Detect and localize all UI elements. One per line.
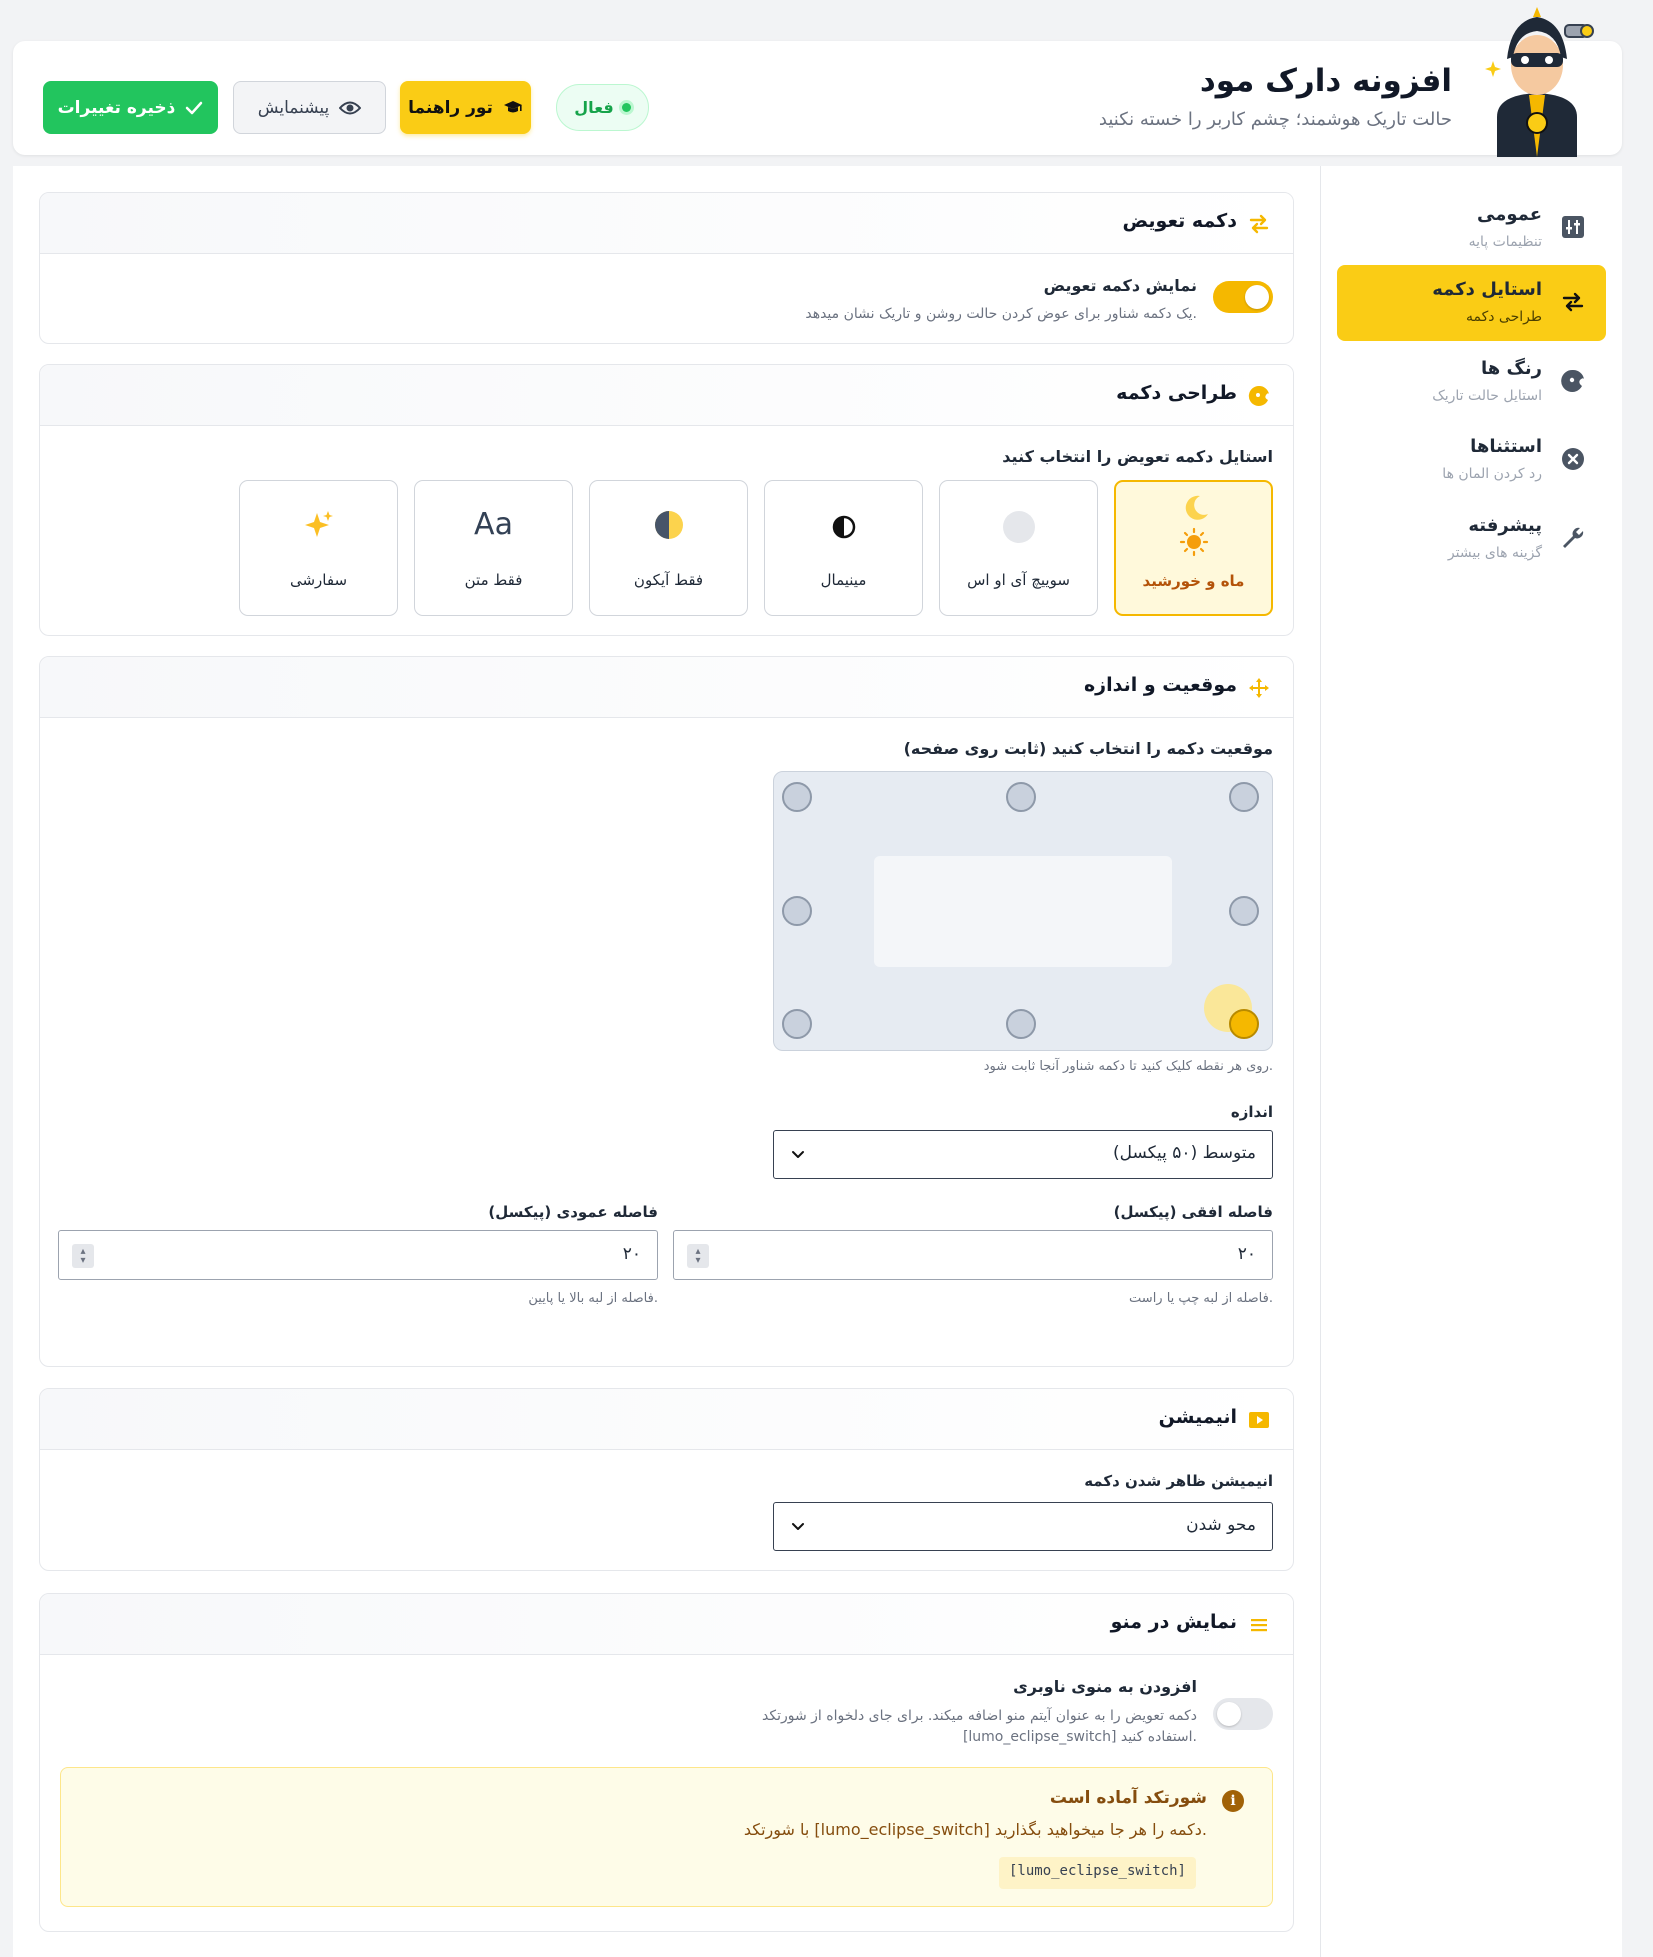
menu-icon: [1251, 1619, 1267, 1632]
palette-icon: [1248, 385, 1269, 406]
card-header: دکمه تعویض: [40, 193, 1293, 254]
position-bottom-center[interactable]: [1006, 1009, 1036, 1039]
horizontal-offset-input[interactable]: ۲۰ ▴ ▾: [673, 1230, 1273, 1280]
position-middle-left[interactable]: [782, 896, 812, 926]
chevron-down-icon: [792, 1151, 804, 1158]
position-top-right[interactable]: [1229, 782, 1259, 812]
number-spinner-icon[interactable]: ▴ ▾: [687, 1244, 709, 1268]
page-preview-area: [874, 856, 1172, 967]
sidebar-item-advanced[interactable]: پیشرفته گزینه های بیشتر: [1337, 501, 1606, 577]
swap-icon: [1562, 292, 1584, 312]
number-spinner-icon[interactable]: ▴ ▾: [72, 1244, 94, 1268]
check-icon: [186, 101, 203, 114]
sparkles-icon: [304, 511, 333, 537]
x-circle-icon: [1562, 448, 1584, 470]
card-header: موقعیت و اندازه: [40, 657, 1293, 718]
wrench-icon: [1563, 527, 1584, 548]
card-header: انیمیشن: [40, 1389, 1293, 1450]
style-option-custom[interactable]: سفارشی: [239, 480, 398, 616]
style-option-moon-sun[interactable]: ماه و خورشید: [1114, 480, 1273, 616]
tour-button[interactable]: تور راهنما: [400, 81, 531, 134]
shortcode-alert: i شورتکد آماده است با شورتکد [lumo_eclip…: [60, 1767, 1273, 1907]
sidebar-item-button-style[interactable]: استایل دکمه طراحی دکمه: [1337, 265, 1606, 341]
moon-sun-icon: [1179, 495, 1208, 557]
vertical-offset-input[interactable]: ۲۰ ▴ ▾: [58, 1230, 658, 1280]
page-title: افزونه دارک مود: [1199, 63, 1452, 99]
mascot-logo: [1485, 7, 1594, 157]
position-picker: [773, 771, 1273, 1051]
button-design-card: طراحی دکمه استایل دکمه تعویض را انتخاب ک…: [39, 364, 1294, 636]
main-content: دکمه تعویض نمایش دکمه تعویض یک دکمه شناو…: [13, 166, 1320, 1957]
text-glyph: Aa: [474, 507, 513, 542]
save-button[interactable]: ذخیره تغییرات: [43, 81, 218, 134]
play-icon: [1249, 1412, 1269, 1428]
style-option-text-only[interactable]: Aa فقط متن: [414, 480, 573, 616]
style-option-ios-switch[interactable]: سوییچ آی او اس: [939, 480, 1098, 616]
sidebar-item-exceptions[interactable]: استثناها رد کردن المان ها: [1337, 422, 1606, 498]
position-size-card: موقعیت و اندازه موقعیت دکمه را انتخاب کن…: [39, 656, 1294, 1367]
menu-toggle-switch[interactable]: [1213, 1698, 1273, 1730]
animation-card: انیمیشن انیمیشن ظاهر شدن دکمه محو شدن: [39, 1388, 1294, 1571]
style-option-icon-only[interactable]: فقط آیکون: [589, 480, 748, 616]
palette-icon: [1561, 369, 1584, 392]
graduation-cap-icon: [503, 100, 522, 112]
swap-icon: [1249, 214, 1269, 234]
style-option-minimal[interactable]: مینیمال: [764, 480, 923, 616]
chevron-down-icon: [792, 1523, 804, 1530]
status-dot-icon: [621, 103, 631, 112]
page-subtitle: حالت تاریک هوشمند؛ چشم کاربر را خسته نکن…: [1098, 109, 1452, 130]
card-header: نمایش در منو: [40, 1594, 1293, 1655]
ios-switch-icon: [1002, 511, 1035, 543]
position-middle-right[interactable]: [1229, 896, 1259, 926]
status-badge: فعال: [556, 84, 649, 131]
app-header: افزونه دارک مود حالت تاریک هوشمند؛ چشم ک…: [13, 7, 1622, 157]
position-bottom-right[interactable]: [1229, 1009, 1259, 1039]
move-arrows-icon: [1249, 678, 1269, 698]
toggle-button-card: دکمه تعویض نمایش دکمه تعویض یک دکمه شناو…: [39, 192, 1294, 344]
sliders-icon: [1562, 216, 1584, 238]
shortcode-snippet[interactable]: [lumo_eclipse_switch]: [998, 1857, 1196, 1889]
card-header: طراحی دکمه: [40, 365, 1293, 426]
position-top-left[interactable]: [782, 782, 812, 812]
position-bottom-left[interactable]: [782, 1009, 812, 1039]
sidebar-item-general[interactable]: عمومی تنظیمات پایه: [1337, 190, 1606, 266]
size-select[interactable]: متوسط (۵۰ پیکسل): [773, 1130, 1273, 1179]
position-top-center[interactable]: [1006, 782, 1036, 812]
show-toggle-switch[interactable]: [1213, 281, 1273, 313]
half-circle-icon: [832, 515, 855, 539]
animation-select[interactable]: محو شدن: [773, 1502, 1273, 1551]
preview-button[interactable]: پیشنمایش: [233, 81, 386, 134]
info-icon: i: [1222, 1790, 1244, 1812]
contrast-icon: [654, 511, 683, 539]
menu-display-card: نمایش در منو افزودن به منوی ناوبری دکمه …: [39, 1593, 1294, 1932]
sidebar-item-colors[interactable]: رنگ ها استایل حالت تاریک: [1337, 344, 1606, 420]
eye-icon: [339, 101, 362, 114]
sidebar: عمومی تنظیمات پایه استایل دکمه طراحی دکم…: [1320, 166, 1622, 1957]
